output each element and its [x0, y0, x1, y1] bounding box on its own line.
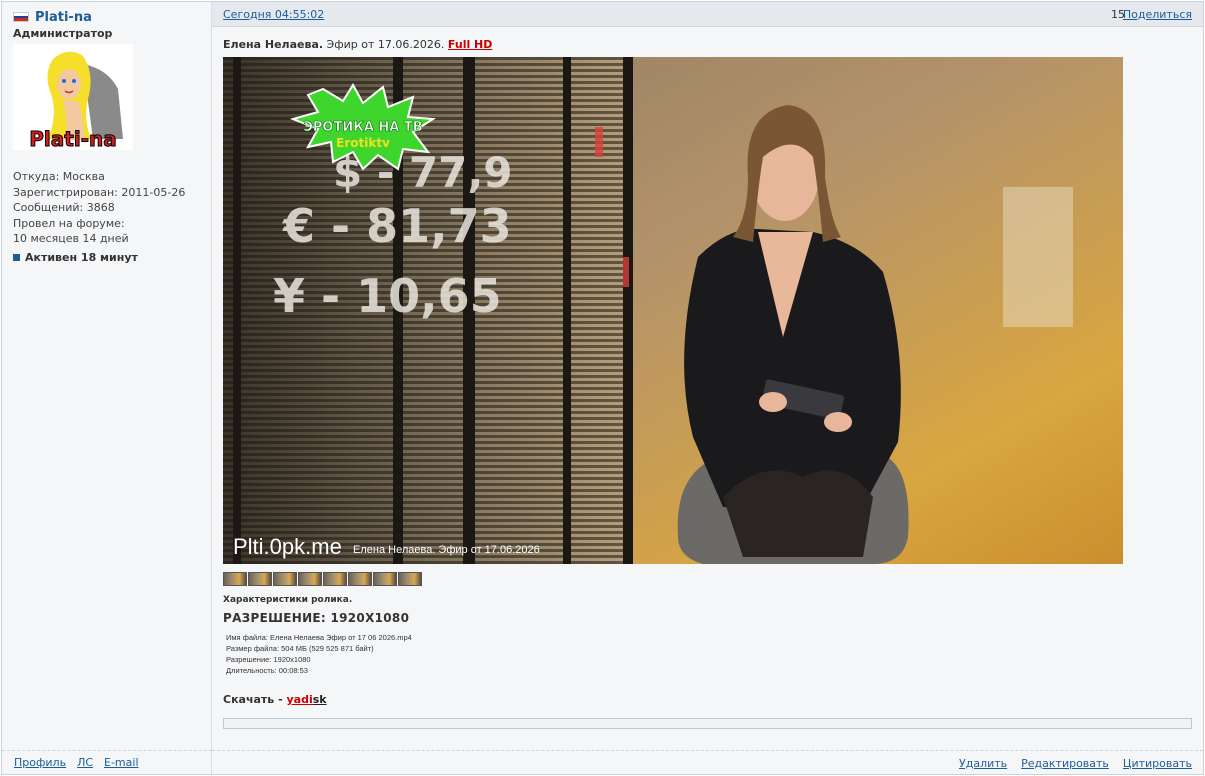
download-line: Скачать - yadisk: [223, 693, 327, 706]
profile-link[interactable]: Профиль: [14, 756, 66, 769]
email-link[interactable]: E-mail: [104, 756, 139, 769]
thumbnail[interactable]: [273, 572, 297, 586]
download-link-disk[interactable]: sk: [313, 693, 327, 706]
user-posts: Сообщений: 3868: [13, 201, 115, 214]
pm-link[interactable]: ЛС: [77, 756, 93, 769]
post-title: Елена Нелаева. Эфир от 17.06.2026. Full …: [223, 38, 492, 51]
user-links: Профиль ЛС E-mail: [2, 750, 212, 774]
logo-line-2: Erotiktv: [336, 136, 390, 150]
thumbnail-strip[interactable]: [223, 572, 422, 586]
share-link[interactable]: Поделиться: [1123, 8, 1192, 21]
post-title-rest: Эфир от 17.06.2026.: [323, 38, 448, 51]
post-title-name: Елена Нелаева.: [223, 38, 324, 51]
specs-list: Имя файла: Елена Нелаева Эфир от 17 06 2…: [226, 632, 412, 676]
user-registered: Зарегистрирован: 2011-05-26: [13, 185, 186, 199]
video-frame[interactable]: $ - 77,9 € - 81,73 ¥ - 10,65 ЭРОТИКА НА …: [223, 57, 1123, 564]
quote-link[interactable]: Цитировать: [1123, 757, 1192, 770]
user-info: Откуда: Москва Зарегистрирован: 2011-05-…: [13, 169, 185, 247]
watermark-domain: Plti.0pk.me: [233, 534, 342, 559]
download-progress-bar: [223, 718, 1192, 729]
post-body: Сегодня 04:55:02 15 Поделиться Елена Нел…: [212, 2, 1203, 774]
thumbnail[interactable]: [373, 572, 397, 586]
username[interactable]: Plati-na: [35, 10, 92, 25]
download-label: Скачать -: [223, 693, 287, 706]
spec-filesize: Размер файла: 504 МБ (529 525 871 байт): [226, 644, 374, 653]
user-from: Откуда: Москва: [13, 170, 105, 183]
logo-line-1: ЭРОТИКА НА ТВ: [303, 120, 422, 135]
thumbnail[interactable]: [348, 572, 372, 586]
user-role: Администратор: [13, 27, 113, 40]
user-line: Plati-na: [13, 9, 92, 25]
active-status: Активен 18 минут: [13, 251, 138, 264]
download-link-ya[interactable]: yadi: [287, 693, 313, 706]
post-header: Сегодня 04:55:02 15 Поделиться: [212, 2, 1203, 27]
thumbnail[interactable]: [398, 572, 422, 586]
full-hd-link[interactable]: Full HD: [448, 38, 493, 51]
thumbnail[interactable]: [298, 572, 322, 586]
delete-link[interactable]: Удалить: [959, 757, 1007, 770]
user-forum-time: 10 месяцев 14 дней: [13, 232, 129, 245]
spec-duration: Длительность: 00:08:53: [226, 666, 308, 675]
spec-resolution: Разрешение: 1920x1080: [226, 655, 311, 664]
watermark-caption: Елена Нелаева. Эфир от 17.06.2026: [353, 544, 540, 556]
post-date-link[interactable]: Сегодня 04:55:02: [223, 8, 324, 21]
avatar[interactable]: Plati-na: [13, 44, 133, 150]
avatar-label: Plati-na: [29, 127, 116, 150]
thumbnail[interactable]: [223, 572, 247, 586]
board-line-3: ¥ - 10,65: [273, 269, 502, 323]
user-panel: Plati-na Администратор Plati-na Откуда: …: [2, 2, 212, 774]
resolution-headline: РАЗРЕШЕНИЕ: 1920X1080: [223, 611, 410, 625]
specs-heading: Характеристики ролика.: [223, 595, 353, 605]
post-actions: Удалить Редактировать Цитировать: [212, 750, 1203, 774]
russia-flag-icon: [13, 12, 29, 22]
edit-link[interactable]: Редактировать: [1021, 757, 1109, 770]
spec-filename: Имя файла: Елена Нелаева Эфир от 17 06 2…: [226, 633, 412, 642]
thumbnail[interactable]: [323, 572, 347, 586]
status-square-icon: [13, 254, 20, 261]
board-line-2: € - 81,73: [282, 199, 512, 253]
thumbnail[interactable]: [248, 572, 272, 586]
post-container: Plati-na Администратор Plati-na Откуда: …: [1, 1, 1204, 775]
user-forum-time-label: Провел на форуме:: [13, 216, 125, 230]
active-status-text: Активен 18 минут: [25, 251, 138, 264]
